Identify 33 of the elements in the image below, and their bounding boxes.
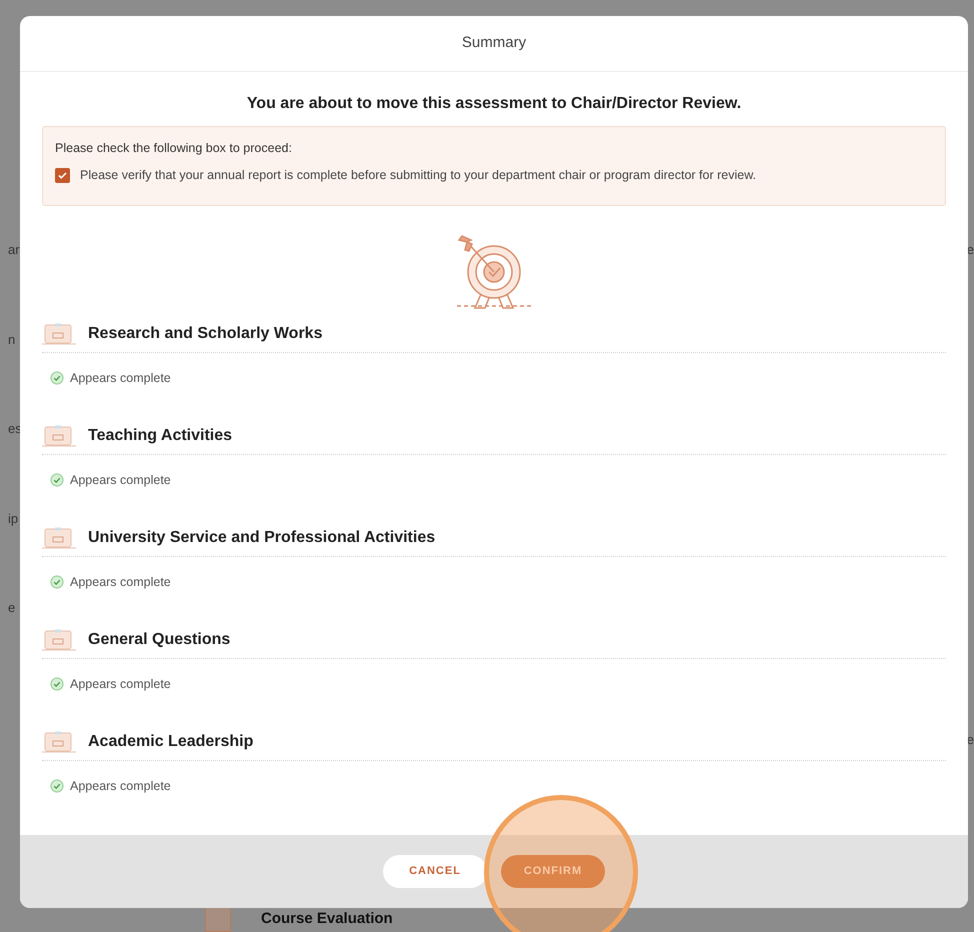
section-title: Academic Leadership <box>88 732 254 752</box>
section-title: Research and Scholarly Works <box>88 324 322 344</box>
check-circle-icon <box>50 472 64 487</box>
checkbox[interactable] <box>55 168 70 183</box>
background-text: ar <box>8 241 21 259</box>
folder-icon <box>42 730 76 752</box>
section-title: Teaching Activities <box>88 426 232 446</box>
section-status: Appears complete <box>70 676 171 693</box>
background-text: ip <box>8 510 20 528</box>
folder-icon <box>42 322 76 344</box>
folder-icon <box>42 628 76 650</box>
section-status: Appears complete <box>70 472 171 489</box>
check-circle-icon <box>50 574 64 589</box>
check-circle-icon <box>50 676 64 691</box>
section-status: Appears complete <box>70 370 171 387</box>
background-text: e <box>8 599 16 617</box>
background-text: n <box>8 330 16 348</box>
cancel-button[interactable]: CANCEL <box>383 855 487 888</box>
check-circle-icon <box>50 370 64 385</box>
section-title: General Questions <box>88 630 230 650</box>
document-icon <box>205 906 231 932</box>
folder-icon <box>42 526 76 548</box>
section-title: University Service and Professional Activities <box>88 528 436 548</box>
list-item-title: Course Evaluation <box>261 908 393 929</box>
checkbox-label: Please verify that your annual report is complete before submitting to your department chair or program director for review. <box>80 166 756 184</box>
dialog-heading: You are about to move this assessment to Chair/Director Review. <box>246 94 742 114</box>
dialog-title: Summary <box>462 33 526 54</box>
section-status: Appears complete <box>70 574 171 591</box>
check-icon <box>57 170 68 181</box>
folder-icon <box>42 424 76 446</box>
notice-prompt: Please check the following box to proceed: <box>55 140 293 157</box>
section-status: Appears complete <box>70 778 171 795</box>
check-circle-icon <box>50 778 64 793</box>
